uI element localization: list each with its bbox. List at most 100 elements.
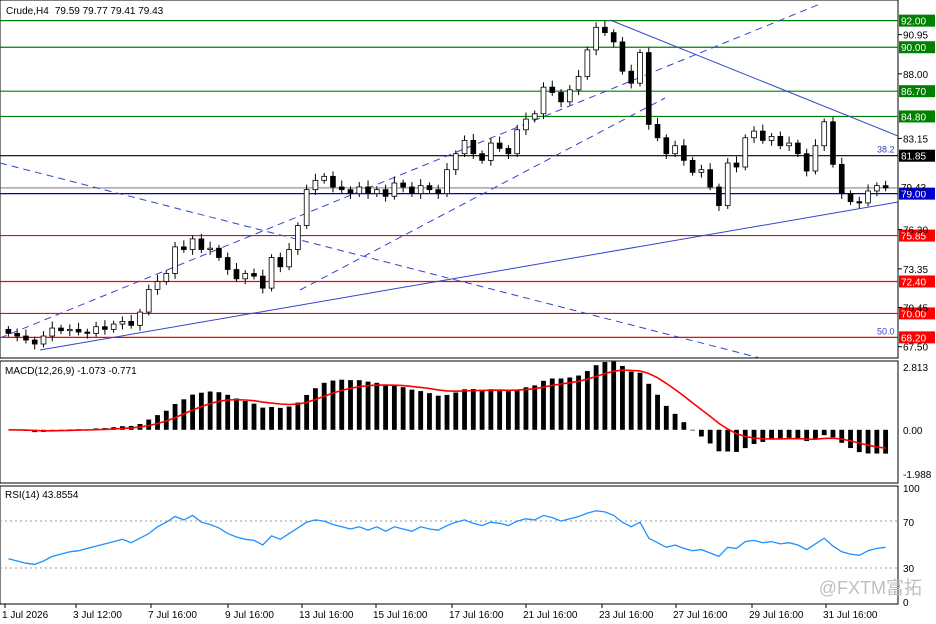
- bull-candle: [742, 137, 749, 168]
- macd-bar: [198, 392, 204, 430]
- macd-bar: [558, 378, 564, 430]
- bear-candle: [277, 257, 284, 268]
- macd-bar: [874, 429, 880, 454]
- price-tick: 90.95: [903, 31, 928, 42]
- macd-tick: 0.00: [903, 426, 923, 437]
- bull-candle: [242, 273, 249, 280]
- bear-candle: [602, 26, 608, 34]
- watermark-logo: @FXTM富拓: [818, 578, 922, 598]
- macd-bar: [628, 371, 634, 430]
- bear-candle: [224, 257, 231, 270]
- time-tick: 23 Jul 16:00: [599, 610, 654, 621]
- bear-candle: [549, 86, 556, 93]
- rsi-tick: 100: [903, 484, 920, 495]
- bull-candle: [356, 186, 363, 195]
- macd-bar: [567, 377, 573, 430]
- macd-bar: [304, 395, 310, 430]
- green-level-label: 86.70: [901, 87, 926, 98]
- macd-bar: [698, 429, 704, 437]
- bear-candle: [347, 189, 354, 195]
- rsi-tick: 70: [903, 518, 915, 529]
- bear-candle: [435, 189, 442, 195]
- bull-candle: [865, 190, 871, 204]
- bear-candle: [681, 145, 687, 161]
- macd-bar: [532, 385, 538, 430]
- bear-candle: [707, 169, 713, 188]
- macd-bar: [427, 393, 432, 430]
- fib-label: 50.0: [877, 327, 895, 337]
- bear-candle: [400, 182, 406, 188]
- bear-candle: [5, 328, 12, 334]
- macd-bar: [742, 429, 748, 449]
- rsi-panel: RSI(14) 43.8554: [0, 485, 899, 605]
- bear-candle: [198, 238, 205, 250]
- bear-candle: [663, 137, 670, 155]
- bear-candle: [409, 186, 415, 195]
- bull-candle: [786, 142, 792, 147]
- bear-candle: [795, 142, 801, 155]
- bear-candle: [259, 275, 266, 289]
- black-level-label: 81.85: [901, 152, 926, 163]
- time-tick: 15 Jul 16:00: [373, 610, 428, 621]
- macd-bar: [479, 390, 485, 430]
- macd-bar: [286, 406, 292, 430]
- macd-bar: [269, 406, 274, 430]
- bear-candle: [628, 70, 635, 84]
- time-tick: 21 Jul 16:00: [523, 610, 578, 621]
- rsi-panel-frame: [0, 485, 899, 605]
- price-tick: 73.35: [903, 265, 928, 276]
- macd-bar: [391, 385, 397, 430]
- time-axis[interactable]: 1 Jul 2026 3 Jul 12:00 7 Jul 16:00 9 Jul 16…: [2, 604, 878, 621]
- bull-candle: [821, 121, 828, 147]
- bear-candle: [716, 186, 722, 207]
- bear-candle: [102, 326, 108, 330]
- bear-candle: [365, 186, 371, 195]
- macd-bar: [339, 379, 345, 430]
- time-tick: 9 Jul 16:00: [225, 610, 274, 621]
- bear-candle: [75, 328, 82, 333]
- macd-bar: [488, 389, 494, 430]
- bull-candle: [812, 145, 819, 172]
- bull-candle: [268, 257, 275, 289]
- macd-bar: [883, 429, 889, 454]
- bull-candle: [303, 189, 310, 226]
- bear-candle: [847, 193, 854, 203]
- bear-candle: [426, 185, 433, 191]
- macd-bar: [444, 394, 450, 430]
- bull-candle: [523, 118, 529, 131]
- rsi-label: RSI(14) 43.8554: [5, 490, 79, 501]
- bear-candle: [830, 121, 836, 165]
- macd-tick: -1.988: [903, 470, 932, 481]
- macd-bar: [637, 372, 643, 430]
- macd-axis: 2.813 0.00 -1.988: [903, 363, 932, 481]
- bull-candle: [637, 52, 643, 84]
- bear-candle: [689, 159, 696, 173]
- macd-bar: [435, 395, 441, 430]
- bull-candle: [444, 169, 450, 195]
- bear-candle: [251, 273, 257, 277]
- bull-candle: [119, 320, 126, 325]
- bear-candle: [23, 335, 29, 341]
- macd-bar: [514, 389, 520, 430]
- bull-candle: [391, 182, 398, 197]
- price-tick: 76.30: [903, 226, 928, 237]
- bear-candle: [31, 339, 38, 345]
- macd-bar: [646, 383, 652, 430]
- bull-candle: [540, 86, 547, 115]
- time-tick: 17 Jul 16:00: [449, 610, 504, 621]
- bear-candle: [496, 142, 503, 149]
- macd-bar: [663, 405, 669, 430]
- trading-chart[interactable]: 38.2 50.0 Crude,H4 79.59 79.77 79.41 79.43…: [0, 0, 936, 624]
- bull-candle: [154, 281, 161, 290]
- bull-candle: [172, 246, 178, 274]
- bear-candle: [610, 32, 617, 43]
- macd-panel: MACD(12,26,9) -1.073 -0.771: [0, 360, 899, 484]
- macd-bar: [576, 375, 581, 430]
- bear-candle: [505, 147, 512, 155]
- bull-candle: [566, 89, 573, 103]
- macd-bar: [716, 429, 722, 452]
- price-axis[interactable]: 92.0090.0086.7084.8075.8572.4070.0068.20…: [898, 14, 935, 354]
- current-price-label: 79.43: [901, 183, 926, 194]
- bull-candle: [207, 247, 213, 250]
- bear-candle: [479, 153, 485, 161]
